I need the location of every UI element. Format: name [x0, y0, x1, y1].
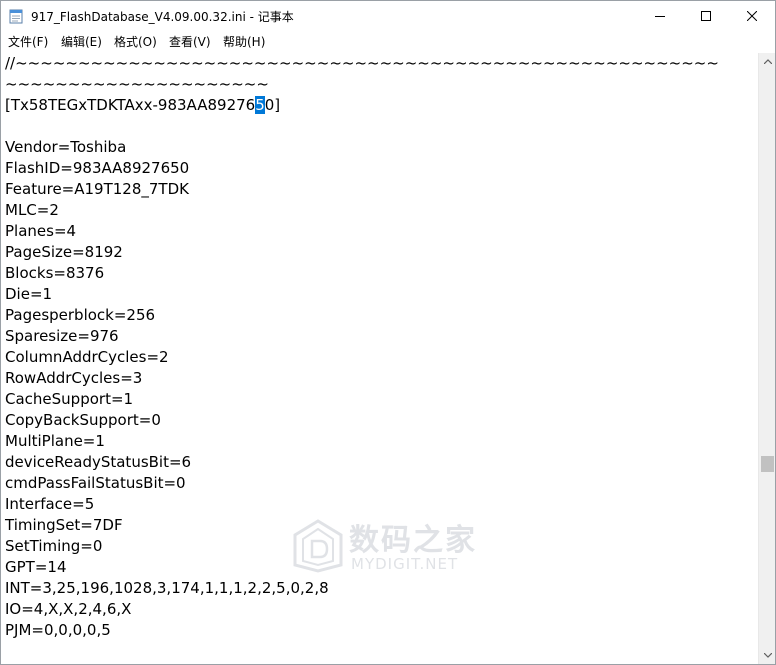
ini-line: TimingSet=7DF: [5, 516, 123, 534]
ini-line: Planes=4: [5, 222, 77, 240]
ini-line: Blocks=8376: [5, 264, 105, 282]
close-button[interactable]: [729, 1, 775, 31]
ini-line: MultiPlane=1: [5, 432, 105, 450]
ini-line: RowAddrCycles=3: [5, 369, 143, 387]
ini-line: INT=3,25,196,1028,3,174,1,1,1,2,2,5,0,2,…: [5, 579, 329, 597]
ini-line: deviceReadyStatusBit=6: [5, 453, 192, 471]
scroll-up-button[interactable]: [759, 53, 776, 70]
menu-help[interactable]: 帮助(H): [223, 33, 265, 50]
ini-line: IO=4,X,X,2,4,6,X: [5, 600, 132, 618]
ini-line: CacheSupport=1: [5, 390, 134, 408]
section-header-text: [Tx58TEGxTDKTAxx-983AA89276: [5, 96, 256, 114]
ini-line: MLC=2: [5, 201, 59, 219]
watermark-cn-text: 数码之家: [349, 523, 477, 558]
minimize-button[interactable]: [637, 1, 683, 31]
menu-view[interactable]: 查看(V): [169, 33, 211, 50]
ini-line: Vendor=Toshiba: [5, 138, 127, 156]
menu-bar: 文件(F) 编辑(E) 格式(O) 查看(V) 帮助(H): [1, 31, 775, 51]
ini-line: PageSize=8192: [5, 243, 123, 261]
ini-line: CopyBackSupport=0: [5, 411, 161, 429]
section-header-text: 0]: [264, 96, 281, 114]
chevron-down-icon: [763, 653, 772, 658]
close-icon: [747, 11, 757, 21]
title-bar[interactable]: 917_FlashDatabase_V4.09.00.32.ini - 记事本: [1, 1, 775, 31]
maximize-icon: [701, 11, 711, 21]
ini-line: ColumnAddrCycles=2: [5, 348, 169, 366]
notepad-window: 917_FlashDatabase_V4.09.00.32.ini - 记事本 …: [0, 0, 776, 665]
separator-line: //~~~~~~~~~~~~~~~~~~~~~~~~~~~~~~~~~~~~~~…: [5, 54, 719, 72]
ini-line: Feature=A19T128_7TDK: [5, 180, 189, 198]
ini-line: SetTiming=0: [5, 537, 103, 555]
menu-format[interactable]: 格式(O): [114, 33, 157, 50]
watermark-en-text: MYDIGIT.NET: [351, 555, 459, 573]
notepad-icon[interactable]: [9, 8, 23, 24]
vertical-scrollbar[interactable]: [758, 53, 775, 664]
menu-edit[interactable]: 编辑(E): [61, 33, 102, 50]
menu-file[interactable]: 文件(F): [8, 33, 48, 50]
watermark: 数码之家 MYDIGIT.NET: [293, 515, 493, 577]
ini-line: Sparesize=976: [5, 327, 119, 345]
ini-line: cmdPassFailStatusBit=0: [5, 474, 186, 492]
scroll-down-button[interactable]: [759, 647, 776, 664]
ini-line: Die=1: [5, 285, 53, 303]
house-logo-icon: [293, 519, 343, 573]
section-header-line: [Tx58TEGxTDKTAxx-983AA8927650]: [5, 95, 280, 116]
ini-line: GPT=14: [5, 558, 67, 576]
ini-line: FlashID=983AA8927650: [5, 159, 190, 177]
separator-line: ~~~~~~~~~~~~~~~~~~~~~: [5, 75, 269, 93]
maximize-button[interactable]: [683, 1, 729, 31]
scroll-thumb[interactable]: [761, 456, 774, 472]
minimize-icon: [655, 16, 665, 17]
ini-line: Interface=5: [5, 495, 95, 513]
text-selection: 5: [255, 96, 265, 114]
ini-line: Pagesperblock=256: [5, 306, 156, 324]
chevron-up-icon: [763, 59, 772, 64]
window-title: 917_FlashDatabase_V4.09.00.32.ini - 记事本: [31, 10, 294, 24]
ini-line: PJM=0,0,0,0,5: [5, 621, 111, 639]
